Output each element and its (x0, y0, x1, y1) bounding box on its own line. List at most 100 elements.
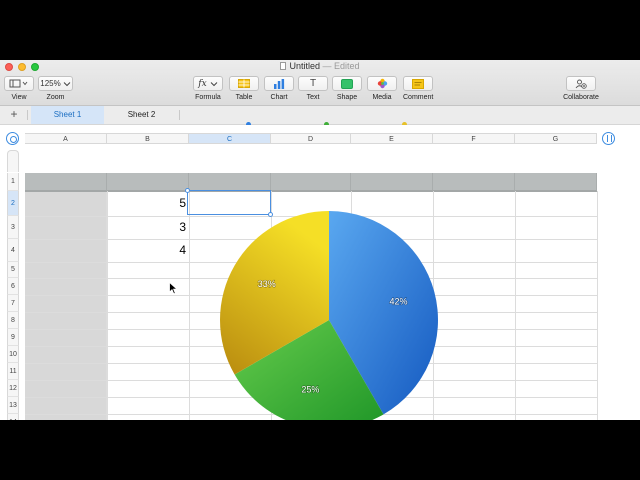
tab-sheet-2[interactable]: Sheet 2 (105, 106, 178, 124)
table-cell[interactable] (25, 173, 107, 191)
column-resize-handle[interactable] (602, 132, 615, 145)
media-button[interactable] (367, 76, 397, 91)
document-name: Untitled (289, 61, 320, 71)
comment-tool[interactable]: Comment (403, 76, 433, 101)
text-button[interactable]: T (298, 76, 328, 91)
pie-chart[interactable]: 42% 25% 33% (200, 200, 460, 420)
formula-tool[interactable]: fx Formula (193, 76, 223, 101)
media-tool[interactable]: Media (367, 76, 397, 101)
shape-icon (341, 78, 353, 89)
row-header-cap (7, 150, 19, 172)
formula-button[interactable]: fx (193, 76, 223, 91)
row-header-8[interactable]: 8 (7, 312, 19, 329)
mouse-cursor-icon (169, 282, 178, 295)
cell-b4[interactable]: 4 (107, 239, 189, 262)
view-button[interactable] (4, 76, 34, 91)
view-label: View (11, 94, 27, 101)
column-gridline (189, 191, 190, 420)
add-person-icon (575, 79, 587, 89)
column-header-d[interactable]: D (271, 133, 351, 144)
document-icon (280, 62, 287, 70)
table-select-handle[interactable] (6, 132, 19, 145)
pie-slice-label: 42% (389, 296, 407, 306)
cell-b3[interactable]: 3 (107, 216, 189, 239)
table-label: Table (235, 94, 253, 101)
header-column-a[interactable] (25, 191, 107, 420)
table-cell[interactable] (433, 173, 515, 191)
zoom-value: 125% (40, 79, 61, 88)
collaborate-tool[interactable]: Collaborate (562, 76, 600, 101)
row-header-13[interactable]: 13 (7, 397, 19, 414)
function-icon: fx (198, 78, 207, 89)
column-header-b[interactable]: B (107, 133, 189, 144)
tab-sheet-1[interactable]: Sheet 1 (31, 106, 104, 124)
comment-button[interactable] (403, 76, 433, 91)
collaborate-label: Collaborate (563, 94, 599, 101)
chevron-down-icon (63, 81, 71, 86)
comment-label: Comment (403, 94, 434, 101)
chevron-down-icon (210, 81, 218, 86)
table-icon (238, 79, 250, 88)
cell-b2[interactable]: 5 (107, 191, 189, 216)
view-tool[interactable]: View (4, 76, 34, 101)
column-header-a[interactable]: A (25, 133, 107, 144)
row-header-6[interactable]: 6 (7, 278, 19, 295)
tab-divider (179, 110, 180, 120)
numbers-window: Untitled — Edited View 125% Zoom fx Form… (0, 60, 640, 420)
table-button[interactable] (229, 76, 259, 91)
table-cell[interactable] (271, 173, 351, 191)
column-header-g[interactable]: G (515, 133, 597, 144)
column-header-c[interactable]: C (189, 133, 271, 144)
table-cell[interactable] (515, 173, 597, 191)
row-header-1[interactable]: 1 (7, 173, 19, 191)
shape-tool[interactable]: Shape (332, 76, 362, 101)
table-cell[interactable] (189, 173, 271, 191)
zoom-select[interactable]: 125% (38, 76, 73, 91)
media-label: Media (372, 94, 392, 101)
row-header-7[interactable]: 7 (7, 295, 19, 312)
document-edited-status: — Edited (322, 61, 360, 71)
table-cell[interactable] (107, 173, 189, 191)
column-gridline (597, 191, 598, 420)
row-header-4[interactable]: 4 (7, 239, 19, 262)
zoom-tool[interactable]: 125% Zoom (38, 76, 73, 101)
add-sheet-button[interactable]: + (7, 107, 21, 121)
tab-divider (27, 110, 28, 120)
collaborate-button[interactable] (566, 76, 596, 91)
document-title: Untitled — Edited (0, 61, 640, 71)
row-gridline (25, 191, 597, 192)
row-header-3[interactable]: 3 (7, 216, 19, 239)
row-header-10[interactable]: 10 (7, 346, 19, 363)
row-header-9[interactable]: 9 (7, 329, 19, 346)
column-header-e[interactable]: E (351, 133, 433, 144)
zoom-label: Zoom (46, 94, 65, 101)
sidebar-icon (9, 79, 28, 88)
table-cell[interactable] (351, 173, 433, 191)
column-header-f[interactable]: F (433, 133, 515, 144)
chart-button[interactable] (264, 76, 294, 91)
text-label: Text (306, 94, 320, 101)
pie-slice-label: 25% (301, 384, 319, 394)
text-box-icon: T (309, 78, 317, 89)
row-header-11[interactable]: 11 (7, 363, 19, 380)
shape-label: Shape (336, 94, 358, 101)
row-header-14[interactable]: 14 (7, 414, 19, 420)
photos-icon (377, 78, 387, 89)
sheet-tab-bar: + Sheet 1 Sheet 2 (0, 106, 640, 125)
formula-label: Formula (195, 94, 221, 101)
column-header-bar: A B C D E F G (0, 125, 640, 149)
chart-tool[interactable]: Chart (264, 76, 294, 101)
bar-chart-icon (274, 78, 285, 89)
row-header-5[interactable]: 5 (7, 262, 19, 278)
pie-slices[interactable] (220, 211, 438, 420)
comment-icon (412, 78, 424, 89)
column-gridline (107, 191, 108, 420)
text-tool[interactable]: T Text (298, 76, 328, 101)
chart-label: Chart (270, 94, 288, 101)
row-header-12[interactable]: 12 (7, 380, 19, 397)
shape-button[interactable] (332, 76, 362, 91)
selection-handle-top-left[interactable] (185, 188, 190, 193)
column-gridline (515, 191, 516, 420)
row-header-2[interactable]: 2 (7, 191, 19, 216)
table-tool[interactable]: Table (229, 76, 259, 101)
